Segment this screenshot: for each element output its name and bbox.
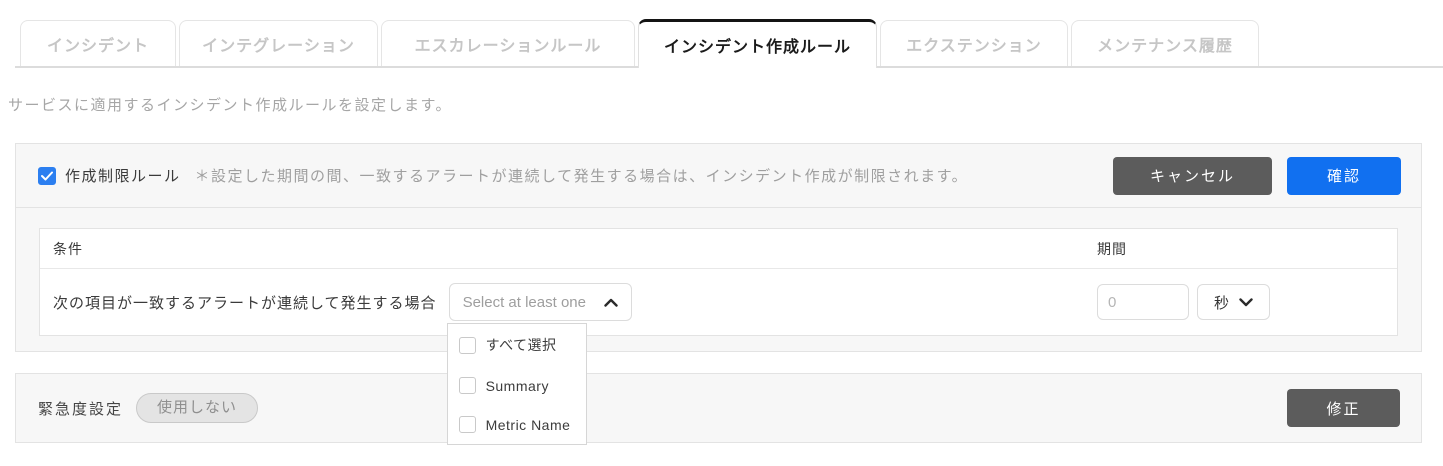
tab-maintenance-history[interactable]: メンテナンス履歴 [1071,20,1259,66]
urgency-setting-panel: 緊急度設定 使用しない 修正 [15,373,1422,443]
confirm-button[interactable]: 確認 [1287,157,1401,195]
period-column-header: 期間 [1097,239,1127,259]
match-fields-dropdown-menu: すべて選択 Summary Metric Name [447,323,587,445]
condition-table: 条件 期間 次の項目が一致するアラートが連続して発生する場合 Select at… [39,228,1398,336]
edit-button[interactable]: 修正 [1287,389,1400,427]
check-icon [41,171,53,181]
dropdown-option-label: Metric Name [486,417,571,433]
select-all-checkbox[interactable] [459,337,476,354]
dropdown-option-label: Summary [486,378,549,394]
tab-incident-creation-rules[interactable]: インシデント作成ルール [638,19,877,68]
condition-description: 次の項目が一致するアラートが連続して発生する場合 [53,292,437,313]
summary-checkbox[interactable] [459,377,476,394]
restriction-rule-note: ＊設定した期間の間、一致するアラートが連続して発生する場合は、インシデント作成が… [195,165,969,186]
urgency-setting-label: 緊急度設定 [38,398,123,419]
restriction-panel-header: 作成制限ルール ＊設定した期間の間、一致するアラートが連続して発生する場合は、イ… [16,144,1421,208]
condition-table-data-row: 次の項目が一致するアラートが連続して発生する場合 Select at least… [40,269,1397,335]
page-description: サービスに適用するインシデント作成ルールを設定します。 [8,94,452,115]
tab-extension[interactable]: エクステンション [880,20,1068,66]
period-value-input[interactable] [1097,284,1189,320]
chevron-down-icon [1239,298,1253,307]
tab-incident[interactable]: インシデント [20,20,176,66]
chevron-up-icon [604,298,618,307]
period-unit-value: 秒 [1214,292,1229,313]
cancel-button[interactable]: キャンセル [1113,157,1272,195]
tab-bar: インシデント インテグレーション エスカレーションルール インシデント作成ルール… [15,19,1443,68]
metric-name-checkbox[interactable] [459,416,476,433]
restriction-rule-checkbox[interactable] [38,167,56,185]
tab-integration[interactable]: インテグレーション [179,20,378,66]
match-fields-select-wrap: Select at least one すべて選択 Summary [449,283,632,321]
match-fields-select[interactable]: Select at least one [449,283,632,321]
urgency-status-badge: 使用しない [136,393,258,423]
condition-table-header-row: 条件 期間 [40,229,1397,269]
tab-escalation-rules[interactable]: エスカレーションルール [381,20,635,66]
period-unit-select[interactable]: 秒 [1197,284,1270,320]
creation-restriction-panel: 作成制限ルール ＊設定した期間の間、一致するアラートが連続して発生する場合は、イ… [15,143,1422,352]
restriction-rule-label[interactable]: 作成制限ルール [65,165,181,186]
dropdown-option-metric-name[interactable]: Metric Name [448,405,586,444]
select-placeholder-text: Select at least one [463,294,586,311]
dropdown-option-select-all[interactable]: すべて選択 [448,324,586,366]
dropdown-option-summary[interactable]: Summary [448,366,586,405]
dropdown-option-label: すべて選択 [486,335,557,355]
condition-column-header: 条件 [53,239,83,259]
